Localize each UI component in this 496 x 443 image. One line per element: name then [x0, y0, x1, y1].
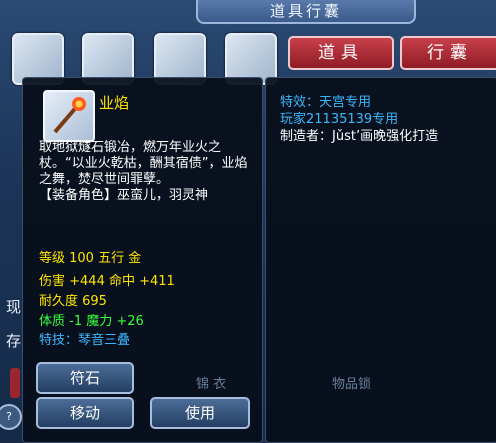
- tab-items[interactable]: 道具: [288, 36, 394, 70]
- damage-hit-line: 伤害 +444 命中 +411: [39, 274, 175, 289]
- durability-line: 耐久度 695: [39, 294, 107, 309]
- rune-button[interactable]: 符石: [36, 362, 134, 394]
- cash-label-fragment: 现: [6, 298, 22, 316]
- description-text: 取地狱燧石锻冶，燃万年业火之杖。“以业火乾枯，酬其宿债”，业焰之舞，焚尽世间罪孽…: [39, 140, 248, 187]
- window-title: 道具行囊: [196, 0, 416, 24]
- tab-bag[interactable]: 行囊: [400, 36, 496, 70]
- special-effect: 特效：天宫专用: [280, 95, 372, 110]
- move-button[interactable]: 移动: [36, 397, 134, 429]
- exclusive-player: 玩家21135139专用: [280, 112, 399, 127]
- flame-staff-icon: [43, 90, 95, 142]
- item-name: 业焰: [99, 94, 130, 112]
- item-detail-panel: 特效：天宫专用 玩家21135139专用 制造者：Jǔst’画晚强化打造 锦 衣…: [196, 77, 496, 443]
- use-button[interactable]: 使用: [150, 397, 250, 429]
- attribute-line: 体质 -1 魔力 +26: [39, 314, 144, 329]
- item-description: 取地狱燧石锻冶，燃万年业火之杖。“以业火乾枯，酬其宿债”，业焰之舞，焚尽世间罪孽…: [39, 140, 253, 204]
- left-red-button[interactable]: [10, 368, 20, 398]
- level-element-line: 等级 100 五行 金: [39, 251, 142, 266]
- outfit-tab-ghost: 锦 衣: [196, 377, 227, 392]
- special-skill-line: 特技：琴音三叠: [39, 333, 131, 348]
- equip-role: 【装备角色】巫蛮儿，羽灵神: [39, 188, 209, 203]
- maker-line: 制造者：Jǔst’画晚强化打造: [280, 129, 439, 144]
- savings-label-fragment: 存: [6, 332, 22, 350]
- item-lock-ghost: 物品锁: [332, 377, 372, 392]
